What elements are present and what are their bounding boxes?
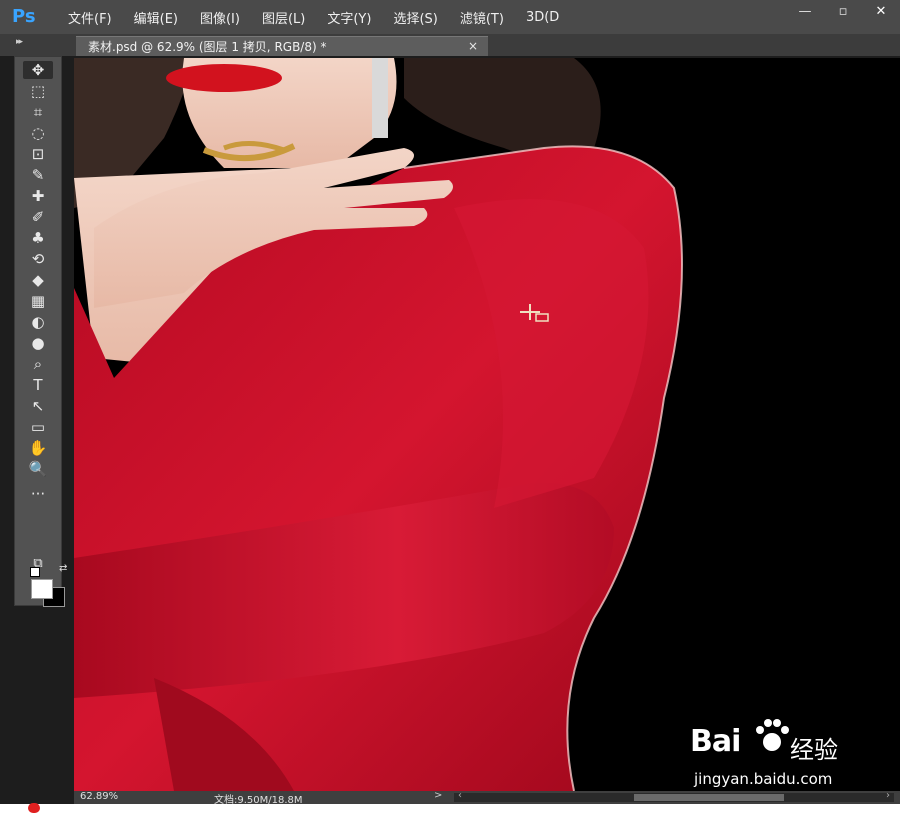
ps-logo: Ps bbox=[12, 6, 36, 27]
lasso-tool-icon[interactable]: ⌗ bbox=[23, 103, 53, 121]
window-controls: — ▫ ✕ bbox=[786, 0, 900, 26]
move-tool-icon[interactable]: ✥ bbox=[23, 61, 53, 79]
quick-select-tool-icon[interactable]: ◌ bbox=[23, 124, 53, 142]
dodge-tool-icon[interactable]: ● bbox=[23, 334, 53, 352]
menu-file[interactable]: 文件(F) bbox=[68, 8, 112, 27]
minimize-button[interactable]: — bbox=[786, 0, 824, 26]
blur-tool-icon[interactable]: ◐ bbox=[23, 313, 53, 331]
clone-stamp-tool-icon[interactable]: ♣ bbox=[23, 229, 53, 247]
marquee-tool-icon[interactable]: ⬚ bbox=[23, 82, 53, 100]
status-menu-arrow-icon[interactable]: > bbox=[434, 790, 442, 801]
menu-type[interactable]: 文字(Y) bbox=[327, 8, 371, 27]
photoshop-window: Ps 文件(F) 编辑(E) 图像(I) 图层(L) 文字(Y) 选择(S) 滤… bbox=[0, 0, 900, 813]
tab-close-icon[interactable]: × bbox=[468, 39, 478, 53]
zoom-tool-icon[interactable]: 🔍 bbox=[23, 460, 53, 478]
hand-tool-icon[interactable]: ✋ bbox=[23, 439, 53, 457]
more-tools-icon[interactable]: ··· bbox=[23, 485, 53, 503]
path-select-tool-icon[interactable]: ↖ bbox=[23, 397, 53, 415]
crop-tool-icon[interactable]: ⊡ bbox=[23, 145, 53, 163]
document-tab[interactable]: 素材.psd @ 62.9% (图层 1 拷贝, RGB/8) * × bbox=[76, 36, 488, 56]
tools-panel: ✥ ⬚ ⌗ ◌ ⊡ ✎ ✚ ✐ ♣ ⟲ ◆ ▦ ◐ ● ⌕ T ↖ ▭ ✋ 🔍 … bbox=[14, 56, 67, 607]
status-bar: 62.89% 文档:9.50M/18.8M > ‹ › bbox=[74, 790, 900, 806]
type-tool-icon[interactable]: T bbox=[23, 376, 53, 394]
collapse-panel-icon[interactable]: ▸▸ bbox=[16, 37, 23, 47]
rectangle-tool-icon[interactable]: ▭ bbox=[23, 418, 53, 436]
paw-icon bbox=[756, 719, 789, 751]
watermark-url: jingyan.baidu.com bbox=[694, 770, 833, 788]
close-window-button[interactable]: ✕ bbox=[862, 0, 900, 26]
watermark-brand: Bai bbox=[690, 724, 741, 759]
baidu-watermark: Bai 经验 jingyan.baidu.com bbox=[690, 712, 890, 792]
zoom-level[interactable]: 62.89% bbox=[80, 791, 118, 802]
menu-image[interactable]: 图像(I) bbox=[200, 8, 240, 27]
canvas-image bbox=[74, 58, 900, 791]
scrollbar-thumb[interactable] bbox=[634, 794, 784, 801]
earring bbox=[372, 58, 388, 138]
menu-3d[interactable]: 3D(D bbox=[526, 10, 559, 25]
video-progress-bar bbox=[0, 804, 900, 813]
quick-mask-icon[interactable]: ⧉ bbox=[23, 555, 53, 573]
pen-tool-icon[interactable]: ⌕ bbox=[23, 355, 53, 373]
menu-filter[interactable]: 滤镜(T) bbox=[460, 8, 504, 27]
menu-bar: Ps 文件(F) 编辑(E) 图像(I) 图层(L) 文字(Y) 选择(S) 滤… bbox=[0, 0, 900, 34]
swap-colors-icon[interactable]: ⇄ bbox=[59, 563, 67, 574]
video-progress-dot[interactable] bbox=[28, 803, 40, 813]
restore-button[interactable]: ▫ bbox=[824, 0, 862, 26]
lips bbox=[166, 64, 282, 92]
healing-brush-tool-icon[interactable]: ✚ bbox=[23, 187, 53, 205]
scroll-left-icon[interactable]: ‹ bbox=[458, 790, 462, 801]
document-tab-title: 素材.psd @ 62.9% (图层 1 拷贝, RGB/8) * bbox=[88, 40, 327, 54]
menu-layer[interactable]: 图层(L) bbox=[262, 8, 305, 27]
eyedropper-tool-icon[interactable]: ✎ bbox=[23, 166, 53, 184]
brush-tool-icon[interactable]: ✐ bbox=[23, 208, 53, 226]
foreground-color-swatch[interactable] bbox=[31, 579, 53, 599]
watermark-brand-cn: 经验 bbox=[790, 736, 838, 764]
history-brush-tool-icon[interactable]: ⟲ bbox=[23, 250, 53, 268]
menu-edit[interactable]: 编辑(E) bbox=[134, 8, 178, 27]
eraser-tool-icon[interactable]: ◆ bbox=[23, 271, 53, 289]
document-canvas[interactable] bbox=[74, 58, 900, 791]
gradient-tool-icon[interactable]: ▦ bbox=[23, 292, 53, 310]
menu-select[interactable]: 选择(S) bbox=[393, 8, 437, 27]
